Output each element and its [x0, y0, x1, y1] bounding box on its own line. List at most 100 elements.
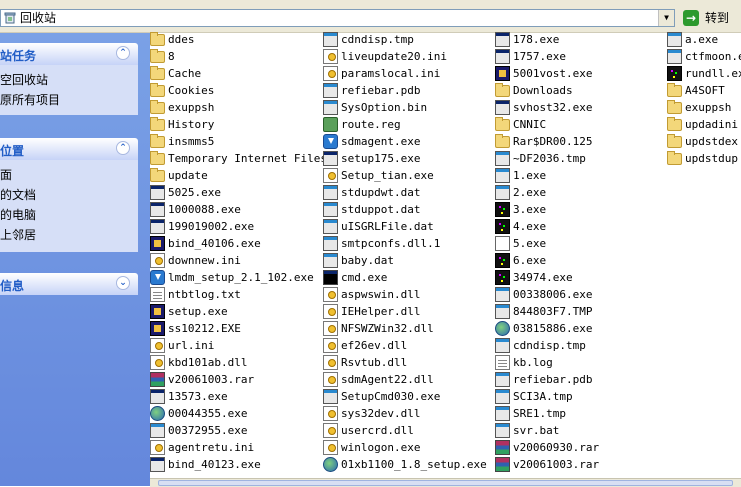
dark-icon [495, 202, 510, 217]
file-name: update [168, 169, 208, 182]
win-icon [323, 253, 338, 268]
file-name: sys32dev.dll [341, 407, 421, 420]
panel-header-places[interactable]: 位置 ⌃ [0, 138, 138, 160]
win-icon [495, 168, 510, 183]
file-name: 5.exe [513, 237, 547, 250]
folder-icon [150, 49, 165, 63]
ini-icon [150, 440, 165, 455]
file-name: v20061003.rar [168, 373, 255, 386]
place-my-documents[interactable]: 的文档 [0, 186, 36, 204]
file-name: SCI3A.tmp [513, 390, 573, 403]
file-name: v20061003.rar [513, 458, 600, 471]
folder-icon [495, 117, 510, 131]
file-name: rundll.ex [685, 67, 741, 80]
file-name: Cache [168, 67, 202, 80]
file-name: 34974.exe [513, 271, 573, 284]
file-name: Setup_tian.exe [341, 169, 434, 182]
chevron-up-icon[interactable]: ⌃ [116, 46, 130, 60]
address-dropdown-button[interactable]: ▼ [658, 10, 674, 26]
file-name: 2.exe [513, 186, 547, 199]
ini-icon [323, 372, 338, 387]
exe-icon [150, 202, 165, 217]
file-name: usercrd.dll [341, 424, 414, 437]
win-icon [323, 202, 338, 217]
file-name: stdupdwt.dat [341, 186, 421, 199]
folder-icon [667, 117, 682, 131]
ini-icon [323, 338, 338, 353]
file-name: baby.dat [341, 254, 394, 267]
ini-icon [150, 338, 165, 353]
dl-icon [150, 270, 165, 285]
file-name: smtpconfs.dll.1 [341, 237, 441, 250]
file-name: 13573.exe [168, 390, 228, 403]
file-name: 5025.exe [168, 186, 221, 199]
win-icon [495, 389, 510, 404]
file-name: liveupdate20.ini [341, 50, 447, 63]
exe-icon [150, 219, 165, 234]
file-name: 199019002.exe [168, 220, 255, 233]
panel-header-details[interactable]: 信息 ⌄ [0, 273, 138, 295]
folder-icon [150, 117, 165, 131]
file-name: a.exe [685, 33, 719, 46]
file-name: 4.exe [513, 220, 547, 233]
exe-icon [150, 389, 165, 404]
file-name: kbd101ab.dll [168, 356, 248, 369]
file-name: 5001vost.exe [513, 67, 593, 80]
win-icon [323, 236, 338, 251]
file-name: SetupCmd030.exe [341, 390, 441, 403]
win-icon [323, 32, 338, 47]
globe-icon [150, 406, 165, 421]
panel-header-tasks[interactable]: 站任务 ⌃ [0, 43, 138, 65]
place-desktop[interactable]: 面 [0, 166, 12, 184]
file-name: NFSWZWin32.dll [341, 322, 434, 335]
reg-icon [323, 117, 338, 132]
task-empty-recycle-bin[interactable]: 空回收站 [0, 71, 48, 89]
file-name: 844803F7.TMP [513, 305, 593, 318]
dark-icon [495, 253, 510, 268]
panel-body-places: 面 的文档 的电脑 上邻居 [0, 160, 138, 252]
go-button[interactable]: → 转到 [681, 8, 739, 28]
go-label: 转到 [705, 11, 730, 25]
file-name: ef26ev.dll [341, 339, 408, 352]
recycle-bin-icon [4, 12, 16, 24]
chevron-up-icon[interactable]: ⌃ [116, 141, 130, 155]
file-name: Rar$DR00.125 [513, 135, 593, 148]
file-name: updstdex [685, 135, 738, 148]
folder-icon [667, 134, 682, 148]
task-restore-all[interactable]: 原所有项目 [0, 91, 60, 109]
place-network[interactable]: 上邻居 [0, 226, 36, 244]
file-name: 00338006.exe [513, 288, 593, 301]
ini-icon [323, 287, 338, 302]
chevron-down-icon[interactable]: ⌄ [116, 276, 130, 290]
file-name: bind_40123.exe [168, 458, 261, 471]
file-name: sdmagent.exe [341, 135, 421, 148]
win-icon [667, 32, 682, 47]
file-name: A4SOFT [685, 84, 725, 97]
ini-icon [323, 423, 338, 438]
folder-icon [667, 151, 682, 165]
doc-icon [150, 287, 165, 302]
folder-icon [150, 83, 165, 97]
address-text: 回收站 [20, 11, 57, 25]
place-my-computer[interactable]: 的电脑 [0, 206, 36, 224]
dark-icon [667, 66, 682, 81]
file-name: kb.log [513, 356, 553, 369]
folder-icon [150, 134, 165, 148]
ini-icon [323, 49, 338, 64]
address-field[interactable]: 回收站 ▼ [0, 9, 675, 27]
win-icon [495, 185, 510, 200]
ini-icon [323, 440, 338, 455]
app-icon [150, 236, 165, 251]
file-name: Rsvtub.dll [341, 356, 408, 369]
folder-icon [150, 66, 165, 80]
folder-icon [667, 83, 682, 97]
file-name: svhost32.exe [513, 101, 593, 114]
file-name: agentretu.ini [168, 441, 255, 454]
file-name: ddes [168, 33, 195, 46]
win-icon [495, 304, 510, 319]
file-name: IEHelper.dll [341, 305, 421, 318]
file-name: ntbtlog.txt [168, 288, 241, 301]
scrollbar-thumb[interactable] [158, 480, 733, 486]
doc-icon [495, 355, 510, 370]
file-name: 1000088.exe [168, 203, 241, 216]
